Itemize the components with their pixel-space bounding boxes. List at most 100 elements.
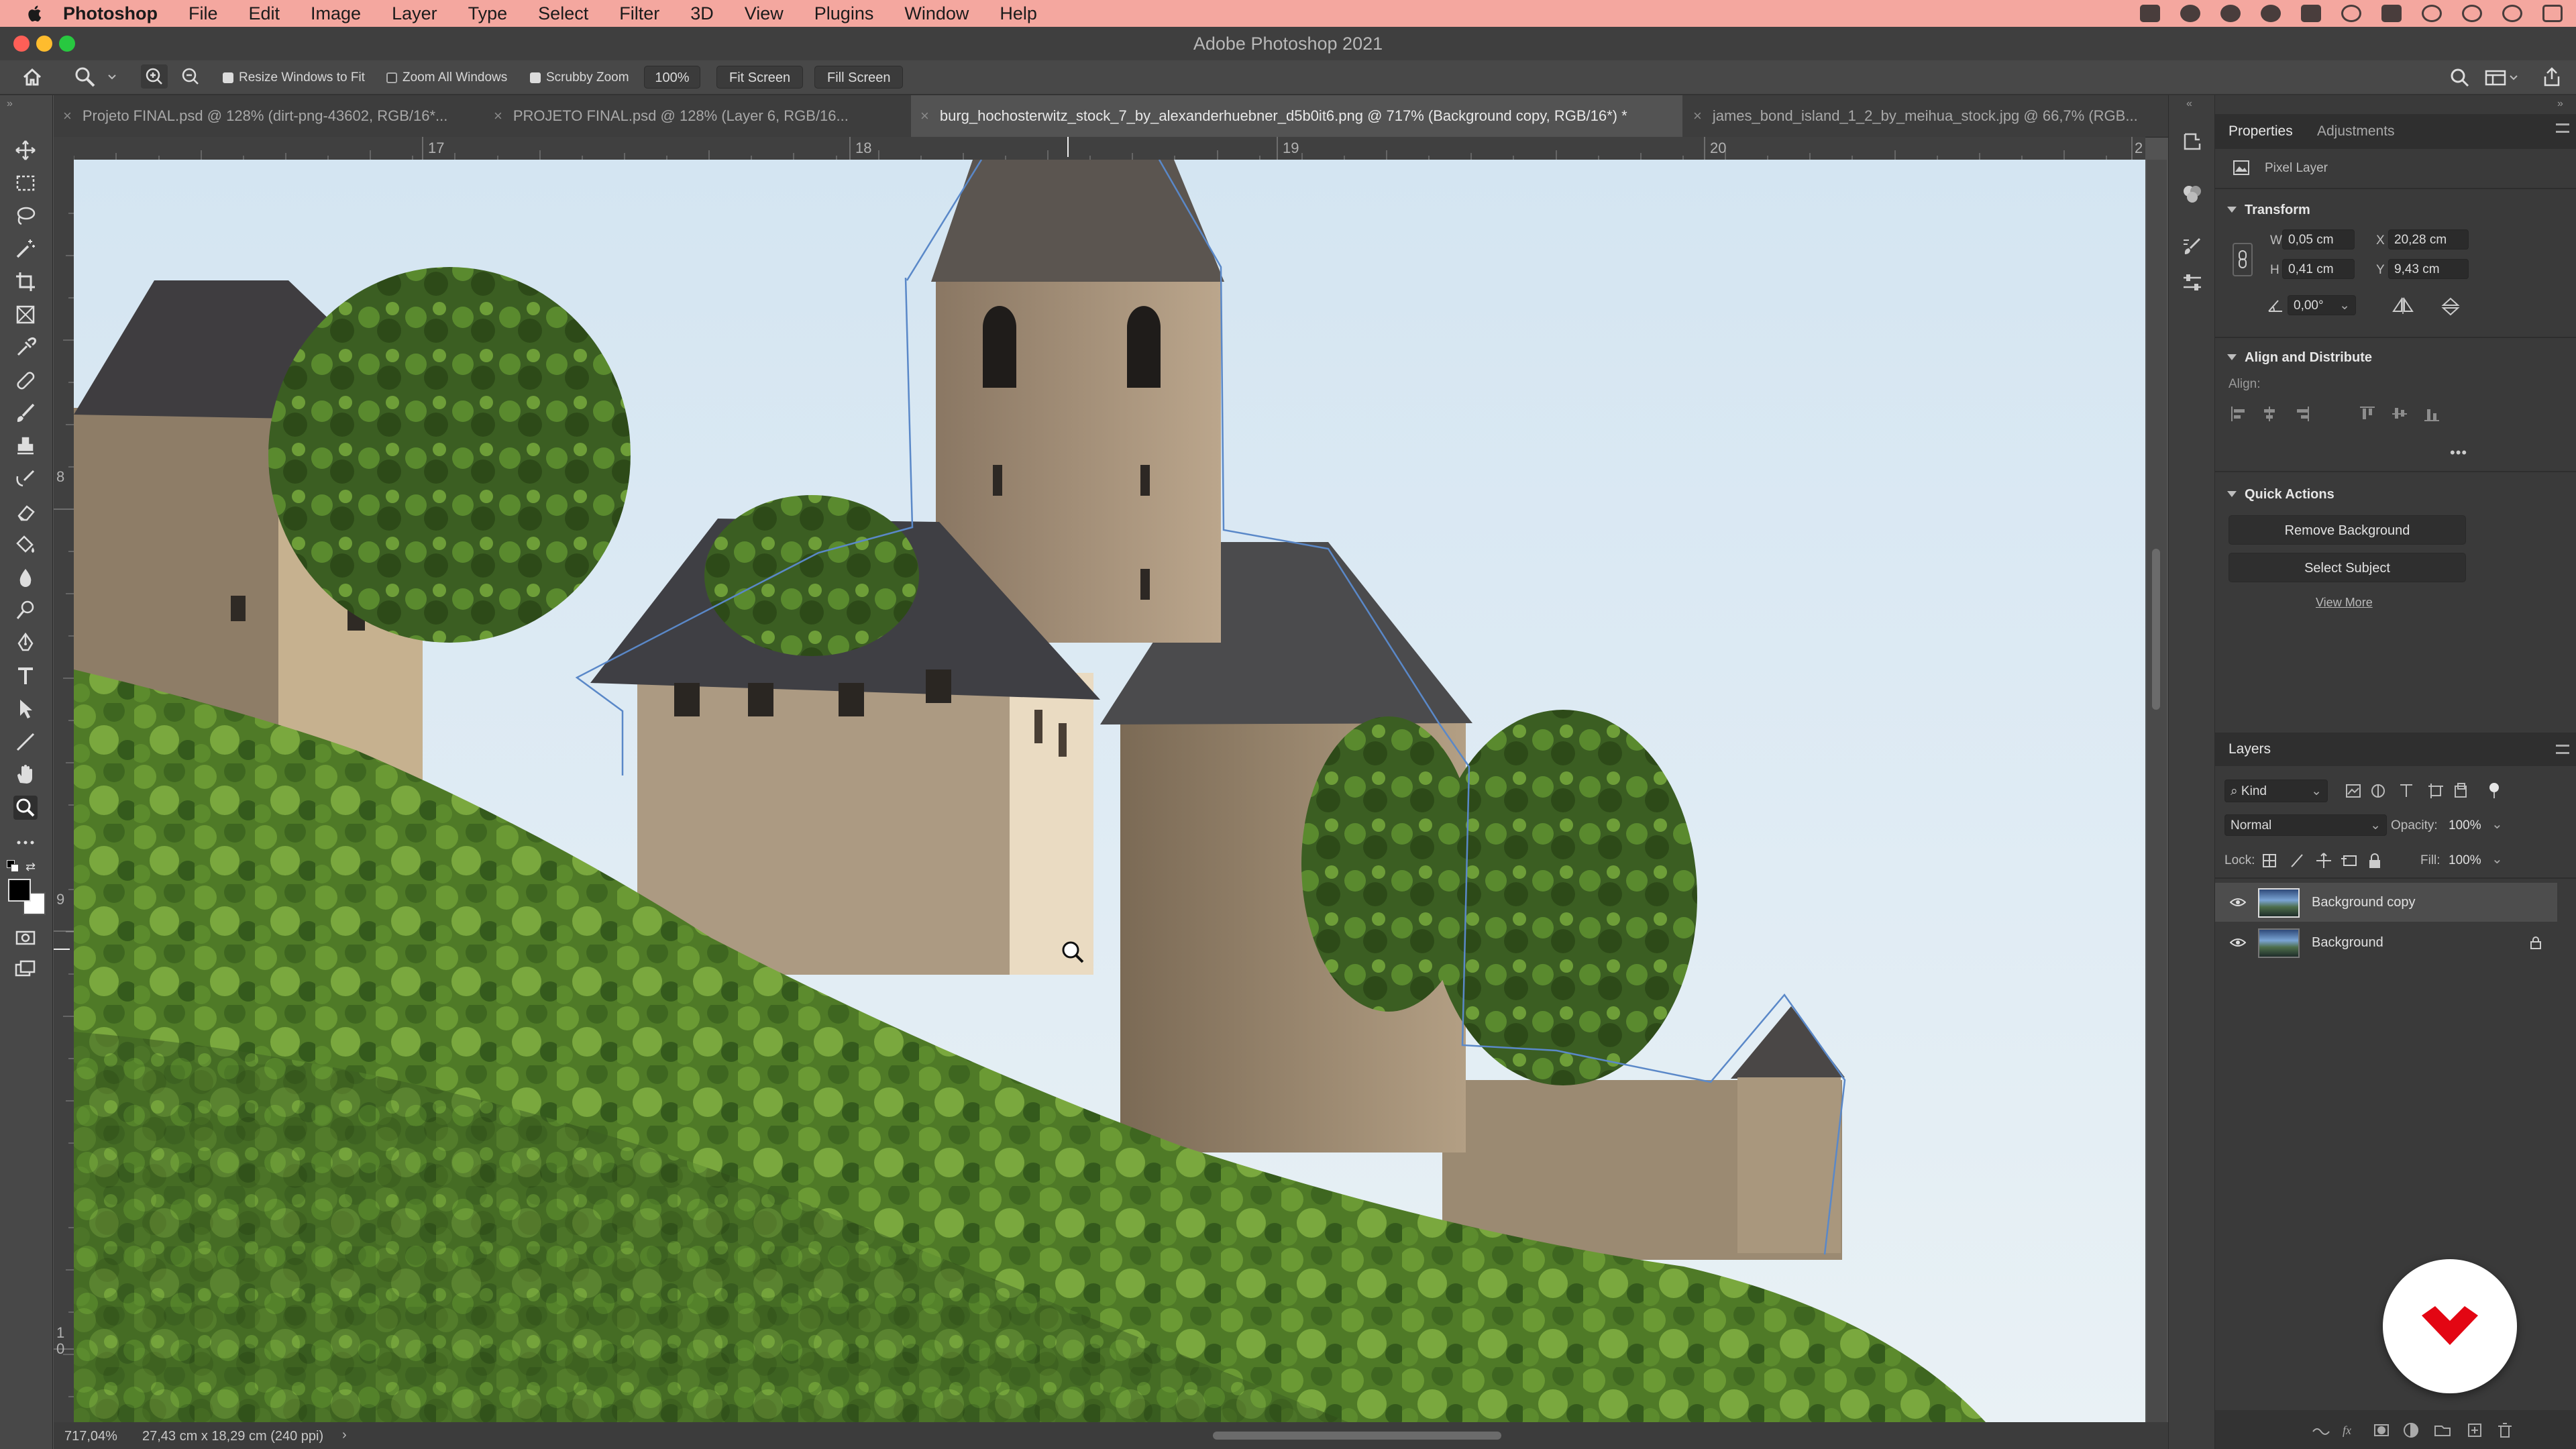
- menu-view[interactable]: View: [745, 3, 784, 24]
- new-group-button[interactable]: [2432, 1418, 2455, 1441]
- flip-horizontal-icon[interactable]: [2391, 297, 2415, 315]
- menu-filter[interactable]: Filter: [619, 3, 659, 24]
- align-top-edges-button[interactable]: [2358, 402, 2377, 425]
- menu-select[interactable]: Select: [538, 3, 588, 24]
- zoom-in-button[interactable]: [141, 64, 168, 89]
- visibility-eye-icon[interactable]: [2230, 938, 2246, 947]
- wifi-icon[interactable]: [2341, 5, 2361, 22]
- search-icon[interactable]: [2449, 67, 2471, 89]
- healing-brush-tool[interactable]: [13, 368, 38, 392]
- control-center-icon[interactable]: [2542, 5, 2563, 22]
- scrubby-zoom-checkbox[interactable]: Scrubby Zoom: [530, 68, 629, 87]
- share-icon[interactable]: [2541, 66, 2563, 89]
- menu-image[interactable]: Image: [311, 3, 361, 24]
- new-adjustment-layer-button[interactable]: [2402, 1418, 2424, 1441]
- flag-icon[interactable]: [2381, 5, 2402, 22]
- properties-scrollbar[interactable]: [2556, 189, 2565, 619]
- height-field[interactable]: 0,41 cm: [2282, 259, 2355, 279]
- link-layers-button[interactable]: [2309, 1418, 2332, 1441]
- vpn-icon[interactable]: [2261, 5, 2281, 22]
- tab-layers[interactable]: Layers: [2229, 733, 2271, 766]
- history-brush-tool[interactable]: [13, 467, 38, 491]
- paint-bucket-tool[interactable]: [13, 533, 38, 557]
- type-tool[interactable]: [13, 664, 38, 688]
- lock-transparent-pixels-button[interactable]: [2262, 851, 2279, 871]
- fill-screen-button[interactable]: Fill Screen: [814, 66, 904, 89]
- magic-wand-tool[interactable]: [13, 237, 38, 261]
- align-left-edges-button[interactable]: [2229, 402, 2248, 425]
- sync-icon[interactable]: [2220, 5, 2241, 22]
- line-tool[interactable]: [13, 730, 38, 754]
- fill-dropdown-icon[interactable]: ⌄: [2491, 851, 2503, 867]
- tab-adjustments[interactable]: Adjustments: [2317, 114, 2395, 149]
- visibility-eye-icon[interactable]: [2230, 898, 2246, 907]
- lock-artboard-button[interactable]: [2341, 851, 2359, 871]
- lock-position-button[interactable]: [2316, 851, 2333, 871]
- clock-icon[interactable]: [2462, 5, 2482, 22]
- menu-edit[interactable]: Edit: [249, 3, 280, 24]
- align-bottom-edges-button[interactable]: [2422, 402, 2441, 425]
- filter-smart-objects-button[interactable]: [2454, 781, 2471, 801]
- zoom-tool[interactable]: [13, 796, 38, 820]
- close-tab-icon[interactable]: ×: [494, 95, 502, 137]
- lock-all-button[interactable]: [2368, 851, 2385, 871]
- filter-pixel-layers-button[interactable]: [2345, 781, 2363, 801]
- remove-background-button[interactable]: Remove Background: [2229, 515, 2466, 545]
- quick-actions-section-header[interactable]: Quick Actions: [2227, 487, 2334, 502]
- tool-preset-picker[interactable]: [74, 64, 121, 89]
- menu-type[interactable]: Type: [468, 3, 508, 24]
- layer-row-background[interactable]: Background: [2215, 923, 2557, 962]
- menu-help[interactable]: Help: [1000, 3, 1037, 24]
- opacity-dropdown-icon[interactable]: ⌄: [2491, 816, 2503, 833]
- frame-tool[interactable]: [13, 303, 38, 327]
- vertical-ruler[interactable]: 8 9 1 0: [54, 160, 74, 1422]
- close-tab-icon[interactable]: ×: [63, 95, 72, 137]
- dodge-tool[interactable]: [13, 598, 38, 623]
- align-right-edges-button[interactable]: [2296, 402, 2315, 425]
- panel-menu-icon[interactable]: [2556, 123, 2569, 133]
- flip-vertical-icon[interactable]: [2440, 297, 2461, 317]
- y-position-field[interactable]: 9,43 cm: [2388, 259, 2469, 279]
- move-tool[interactable]: [13, 138, 38, 162]
- opacity-value[interactable]: 100%: [2449, 818, 2481, 833]
- screen-mode-button[interactable]: [13, 958, 38, 982]
- creative-cloud-icon[interactable]: [2180, 5, 2200, 22]
- menu-window[interactable]: Window: [904, 3, 969, 24]
- vertical-scroll-thumb[interactable]: [2152, 549, 2160, 710]
- link-dimensions-button[interactable]: [2233, 243, 2253, 276]
- filter-shape-layers-button[interactable]: [2427, 781, 2445, 801]
- menu-plugins[interactable]: Plugins: [814, 3, 874, 24]
- align-vertical-centers-button[interactable]: [2390, 402, 2409, 425]
- history-panel-icon[interactable]: [2181, 130, 2204, 153]
- clone-stamp-tool[interactable]: [13, 434, 38, 458]
- status-menu-arrow-icon[interactable]: ›: [342, 1428, 347, 1443]
- zoom-all-windows-checkbox[interactable]: Zoom All Windows: [386, 68, 507, 87]
- align-horizontal-centers-button[interactable]: [2263, 402, 2282, 425]
- brush-settings-icon[interactable]: [2181, 235, 2204, 258]
- width-field[interactable]: 0,05 cm: [2282, 229, 2355, 250]
- path-selection-tool[interactable]: [13, 697, 38, 721]
- layers-panel-menu-icon[interactable]: [2556, 745, 2569, 754]
- filter-adjustment-layers-button[interactable]: [2371, 781, 2388, 801]
- collapse-panels-icon[interactable]: »: [2557, 98, 2563, 110]
- document-tab[interactable]: × PROJETO FINAL.psd @ 128% (Layer 6, RGB/…: [484, 95, 910, 137]
- eyedropper-tool[interactable]: [13, 335, 38, 360]
- horizontal-scroll-thumb[interactable]: [1213, 1432, 1501, 1440]
- layer-row-background-copy[interactable]: Background copy: [2215, 883, 2557, 922]
- ruler-origin[interactable]: [54, 137, 74, 160]
- horizontal-ruler[interactable]: 17 18 19 20 2: [74, 137, 2145, 160]
- blur-tool[interactable]: [13, 566, 38, 590]
- marquee-tool[interactable]: [13, 171, 38, 195]
- vertical-scrollbar[interactable]: [2147, 160, 2167, 1422]
- apple-icon[interactable]: [25, 3, 46, 23]
- eraser-tool[interactable]: [13, 500, 38, 524]
- transform-section-header[interactable]: Transform: [2227, 203, 2310, 218]
- quick-mask-button[interactable]: [13, 926, 38, 950]
- blend-mode-select[interactable]: Normal ⌄: [2224, 814, 2387, 836]
- lasso-tool[interactable]: [13, 204, 38, 228]
- collapse-dock-icon[interactable]: «: [2186, 98, 2192, 110]
- add-layer-style-button[interactable]: [2340, 1418, 2363, 1441]
- menu-3d[interactable]: 3D: [690, 3, 714, 24]
- spotlight-search-icon[interactable]: [2502, 5, 2522, 22]
- workspace-switcher-icon[interactable]: [2483, 67, 2520, 89]
